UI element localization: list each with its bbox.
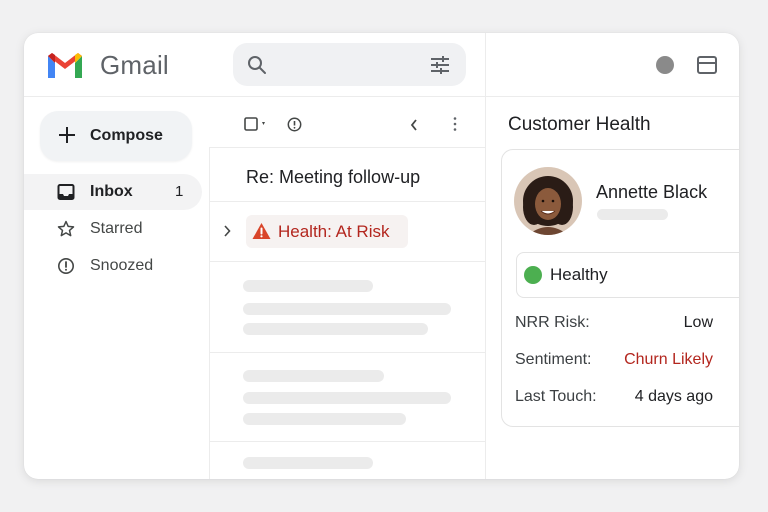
placeholder-line: [243, 413, 406, 425]
placeholder-line: [243, 370, 384, 382]
health-status-label: Health: At Risk: [278, 222, 390, 241]
sidebar-item-label: Inbox: [90, 183, 133, 200]
placeholder-line: [243, 303, 451, 315]
inbox-icon: [57, 184, 75, 200]
contact-name: Annette Black: [596, 182, 708, 202]
health-status-tag[interactable]: Health: At Risk: [246, 215, 408, 248]
star-icon: [57, 220, 75, 237]
gmail-window: Gmail Compose Inbox 1 Starred Snoozed Re…: [24, 33, 739, 479]
row-divider: [209, 261, 485, 262]
search-bar[interactable]: [233, 43, 466, 86]
select-all-checkbox-icon[interactable]: [244, 117, 268, 131]
last-touch-value: 4 days ago: [634, 388, 713, 405]
placeholder-line: [597, 209, 668, 220]
plus-icon: [59, 127, 75, 143]
placeholder-line: [243, 457, 373, 469]
brand-name: Gmail: [100, 50, 169, 80]
status-dot-icon[interactable]: [656, 56, 674, 74]
row-divider: [209, 201, 485, 202]
filter-sliders-icon[interactable]: [429, 54, 451, 76]
health-status-box: Healthy: [516, 252, 739, 298]
chevron-left-icon[interactable]: [409, 118, 419, 132]
side-panel-toggle-icon[interactable]: [697, 56, 717, 74]
unread-count: 1: [175, 183, 184, 200]
chevron-right-icon[interactable]: [221, 224, 233, 238]
info-icon[interactable]: [287, 117, 302, 132]
more-vertical-icon[interactable]: [452, 116, 458, 132]
last-touch-label: Last Touch:: [515, 388, 597, 405]
nrr-risk-value: Low: [683, 314, 713, 331]
top-bar: Gmail: [24, 33, 739, 97]
placeholder-line: [243, 280, 373, 292]
sidebar-item-label: Snoozed: [90, 257, 154, 274]
warning-icon: [252, 223, 271, 239]
search-icon[interactable]: [247, 55, 267, 75]
row-divider: [209, 441, 485, 442]
gmail-logo-icon[interactable]: [45, 52, 85, 80]
panel-title: Customer Health: [508, 114, 651, 135]
row-divider: [209, 352, 485, 353]
nrr-risk-label: NRR Risk:: [515, 314, 590, 331]
sidebar-item-snoozed[interactable]: Snoozed: [24, 248, 202, 284]
sentiment-label: Sentiment:: [515, 351, 592, 368]
compose-label: Compose: [90, 127, 163, 144]
healthy-indicator-icon: [524, 266, 542, 284]
sidebar-item-label: Starred: [90, 220, 143, 237]
sentiment-value: Churn Likely: [624, 351, 713, 368]
placeholder-line: [243, 323, 428, 335]
message-subject[interactable]: Re: Meeting follow-up: [246, 167, 420, 188]
placeholder-line: [243, 392, 451, 404]
sidebar-item-starred[interactable]: Starred: [24, 211, 202, 247]
avatar: [514, 167, 582, 235]
health-status-text: Healthy: [550, 265, 608, 284]
compose-button[interactable]: Compose: [40, 111, 192, 161]
sidebar-item-inbox[interactable]: Inbox 1: [24, 174, 202, 210]
snooze-clock-icon: [58, 258, 74, 274]
